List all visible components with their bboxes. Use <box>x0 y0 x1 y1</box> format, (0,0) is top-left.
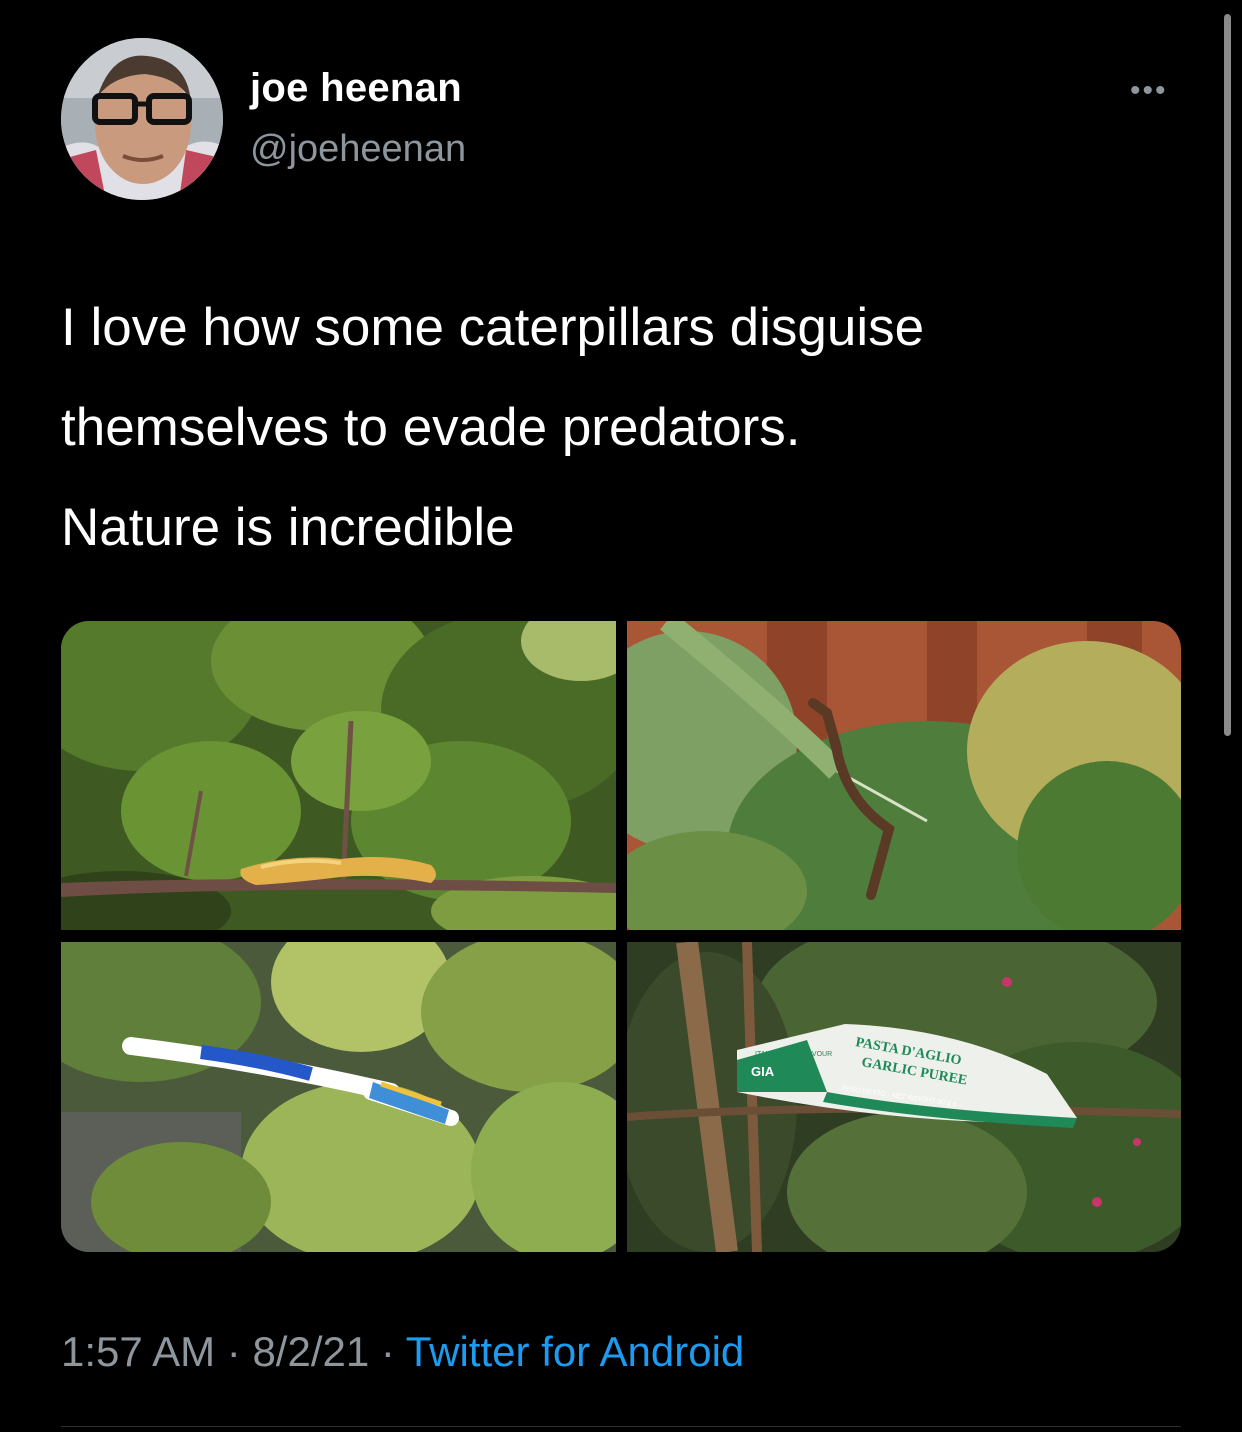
tweet-source-link[interactable]: Twitter for Android <box>406 1328 744 1375</box>
separator: · <box>215 1328 253 1375</box>
photo-garlic-tube[interactable]: GIA ITALIAN FOR FLAVOUR PASTA D'AGLIO GA… <box>627 942 1181 1252</box>
tweet-metadata: 1:57 AM · 8/2/21 · Twitter for Android <box>61 1328 744 1376</box>
media-grid: GIA ITALIAN FOR FLAVOUR PASTA D'AGLIO GA… <box>61 621 1181 1252</box>
tweet-line: Nature is incredible <box>61 498 515 557</box>
author-name[interactable]: joe heenan <box>250 66 462 111</box>
divider <box>61 1426 1181 1427</box>
tweet-date[interactable]: 8/2/21 <box>252 1328 369 1375</box>
tube-tagline: ITALIAN FOR FLAVOUR <box>755 1051 832 1058</box>
scrollbar[interactable] <box>1224 14 1231 736</box>
photo-allen-key[interactable] <box>627 621 1181 930</box>
tweet-time[interactable]: 1:57 AM <box>61 1328 215 1375</box>
more-options-icon[interactable]: ••• <box>1130 74 1168 108</box>
author-handle[interactable]: @joeheenan <box>250 128 466 171</box>
photo-cheese-puff[interactable] <box>61 621 616 930</box>
tube-brand: GIA <box>751 1064 775 1079</box>
photo-toothbrush[interactable] <box>61 942 616 1252</box>
tweet-text: I love how some caterpillars disguise th… <box>61 278 1181 578</box>
avatar[interactable] <box>61 38 223 200</box>
separator: · <box>369 1328 406 1375</box>
tweet-line: themselves to evade predators. <box>61 398 801 457</box>
tweet-line: I love how some caterpillars disguise <box>61 298 925 357</box>
